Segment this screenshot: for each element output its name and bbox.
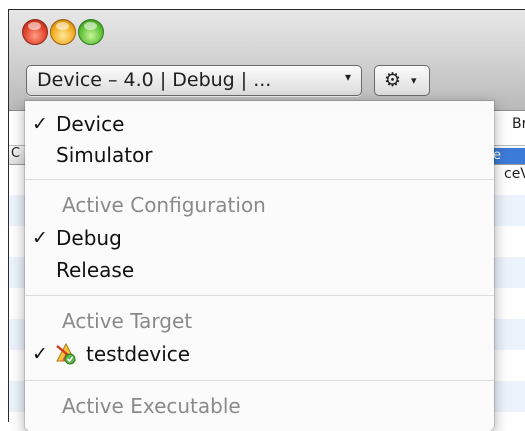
checkmark-icon: ✓	[32, 113, 48, 135]
menu-item-label: Release	[56, 258, 135, 282]
checkmark-icon: ✓	[32, 227, 48, 249]
section-header-label: Active Configuration	[62, 193, 266, 217]
menu-separator	[25, 380, 494, 381]
action-gear-button[interactable]: ⚙ ▾	[374, 65, 430, 96]
menu-item-label: testdevice	[86, 342, 191, 366]
table-row-fragment[interactable]: ceVi	[504, 166, 525, 182]
menu-item-release[interactable]: Release	[25, 254, 494, 285]
zoom-window-button[interactable]	[78, 19, 104, 45]
selected-column-header[interactable]: e	[491, 148, 525, 164]
minimize-window-button[interactable]	[50, 19, 76, 45]
close-window-button[interactable]	[22, 19, 48, 45]
menu-item-device[interactable]: ✓ Device	[25, 108, 494, 139]
overview-popup-label: Device – 4.0 | Debug | ...	[37, 69, 272, 91]
section-header-label: Active Executable	[62, 394, 241, 418]
menu-item-simulator[interactable]: Simulator	[25, 139, 494, 170]
target-app-icon	[56, 342, 76, 365]
toolbar: Device – 4.0 | Debug | ... ▾ ⚙ ▾	[9, 10, 525, 111]
overview-dropdown-menu: ✓ Device Simulator Active Configuration …	[25, 101, 494, 431]
menu-item-testdevice[interactable]: ✓ testdevice	[25, 338, 494, 369]
chevron-down-icon: ▾	[411, 74, 417, 87]
menu-section-header: Active Target	[25, 305, 494, 336]
menu-item-label: Debug	[56, 226, 122, 250]
menu-separator	[25, 179, 494, 180]
menu-item-label: Device	[56, 112, 125, 136]
checkmark-icon: ✓	[32, 343, 48, 365]
menu-section-header: Active Executable	[25, 390, 494, 421]
chevron-down-icon: ▾	[344, 70, 351, 84]
section-header-label: Active Target	[62, 309, 193, 333]
overview-popup-button[interactable]: Device – 4.0 | Debug | ... ▾	[26, 65, 362, 96]
menu-item-debug[interactable]: ✓ Debug	[25, 222, 494, 253]
gear-icon: ⚙	[384, 69, 402, 91]
menu-item-label: Simulator	[56, 143, 153, 167]
menu-section-header: Active Configuration	[25, 189, 494, 220]
menu-separator	[25, 295, 494, 296]
column-header-fragment: Bre	[512, 116, 525, 132]
column-header-fragment-left: C	[11, 146, 21, 161]
